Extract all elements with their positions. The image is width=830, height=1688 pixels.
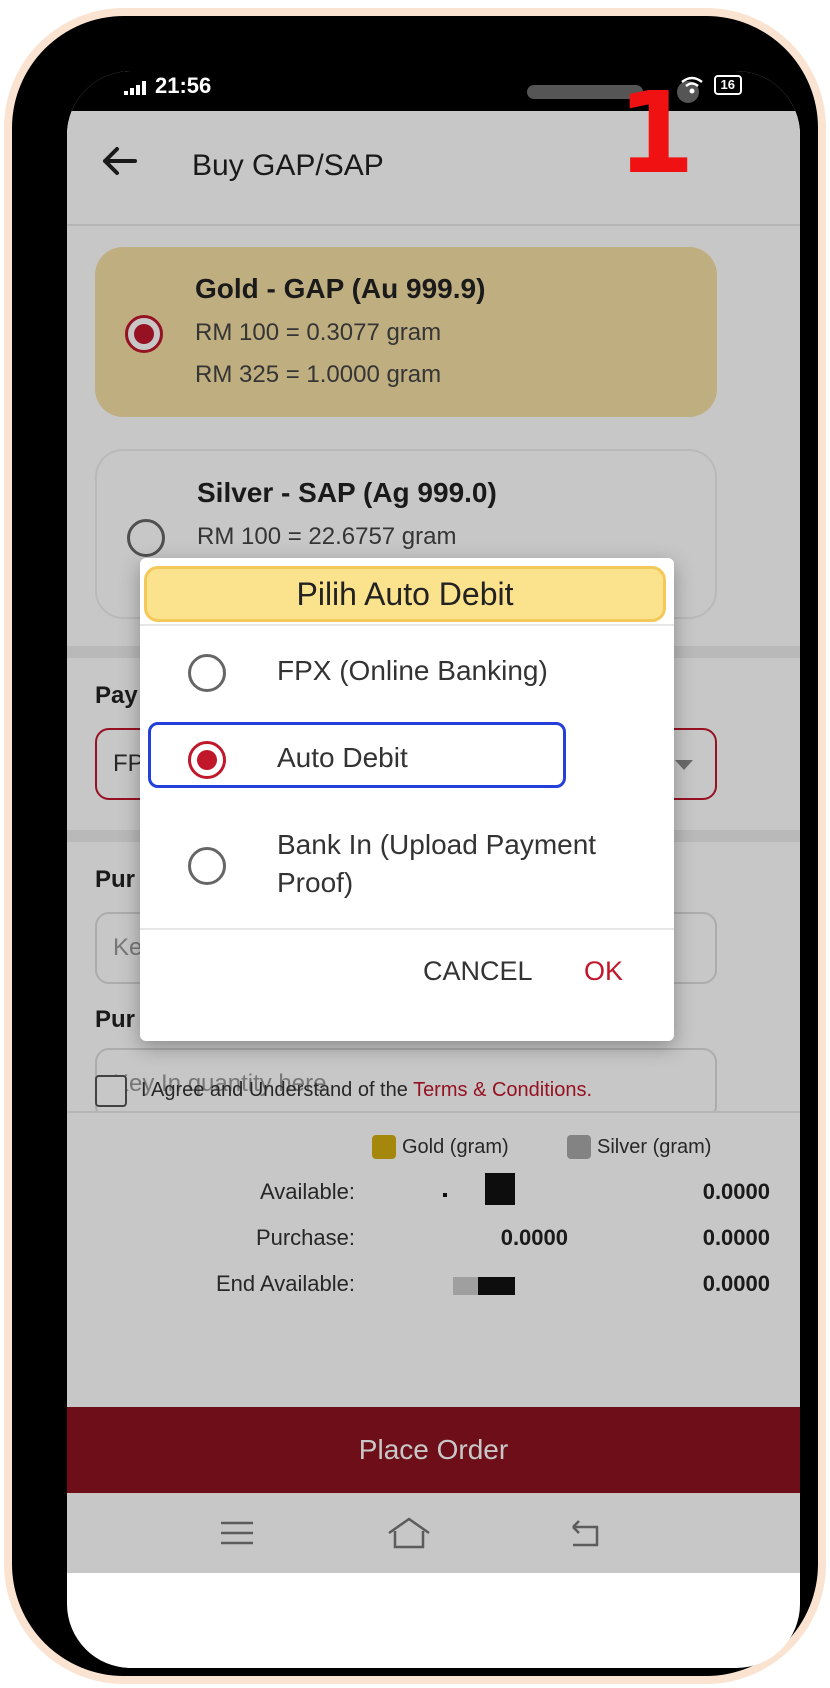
- bank-in-label: Bank In (Upload Payment Proof): [277, 829, 597, 898]
- step-number-annotation: 1: [617, 71, 695, 199]
- signal-icon: [124, 81, 146, 95]
- cancel-button[interactable]: CANCEL: [423, 956, 533, 987]
- status-time: 21:56: [155, 73, 212, 98]
- phone-screen: 21:56 16 Buy GAP/SAP Gold - GAP (Au 999.…: [67, 71, 800, 1668]
- battery-indicator: 16: [713, 75, 742, 95]
- dialog-divider: [140, 624, 674, 626]
- fpx-label: FPX (Online Banking): [277, 655, 548, 686]
- fpx-radio[interactable]: [188, 654, 226, 692]
- phone-body: 21:56 16 Buy GAP/SAP Gold - GAP (Au 999.…: [12, 16, 818, 1676]
- highlight-box: [148, 722, 566, 788]
- ok-button[interactable]: OK: [584, 956, 623, 987]
- bank-in-radio[interactable]: [188, 847, 226, 885]
- dialog-title: Pilih Auto Debit: [144, 566, 666, 622]
- payment-method-dialog: Pilih Auto Debit FPX (Online Banking) Au…: [140, 558, 674, 1041]
- dialog-divider: [140, 928, 674, 930]
